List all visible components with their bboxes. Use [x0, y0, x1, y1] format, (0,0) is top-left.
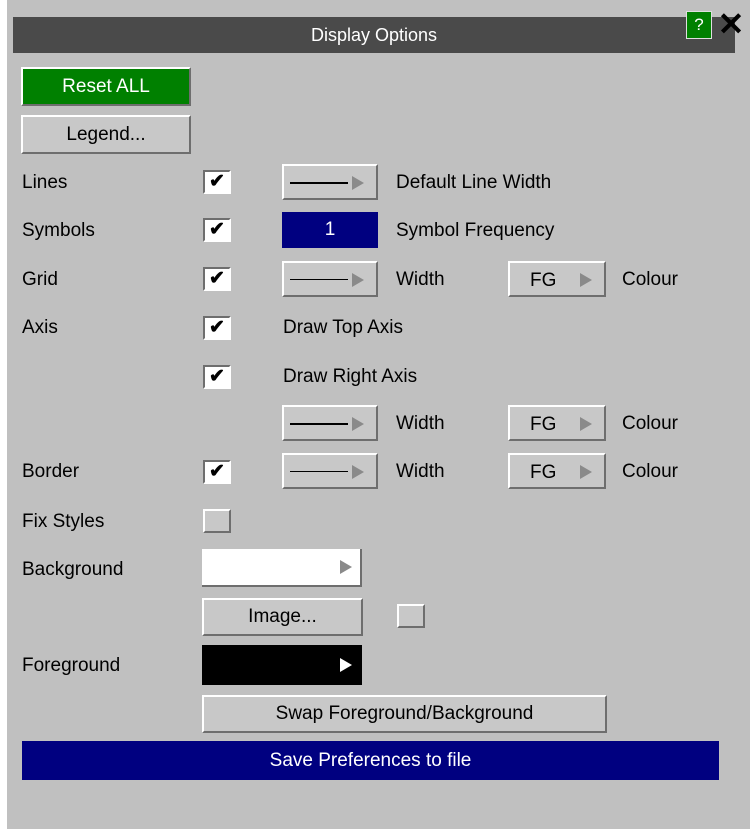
dropdown-arrow-icon [352, 465, 364, 479]
symbol-frequency-input[interactable]: 1 [282, 212, 378, 248]
default-line-width-dropdown[interactable] [282, 164, 378, 200]
legend-button[interactable]: Legend... [21, 115, 191, 154]
grid-checkbox[interactable]: ✔ [203, 267, 231, 291]
line-width-preview [290, 279, 348, 280]
default-line-width-label: Default Line Width [396, 172, 552, 193]
axis-colour-value: FG [530, 414, 557, 435]
axis-label: Axis [22, 317, 58, 338]
window-title: Display Options [13, 17, 735, 53]
symbol-frequency-label: Symbol Frequency [396, 220, 555, 241]
grid-width-label: Width [396, 269, 445, 290]
line-width-preview [290, 471, 348, 472]
line-width-preview [290, 423, 348, 425]
draw-top-axis-label: Draw Top Axis [283, 317, 404, 338]
grid-colour-label: Colour [622, 269, 678, 290]
draw-right-axis-label: Draw Right Axis [283, 366, 418, 387]
draw-right-axis-checkbox[interactable]: ✔ [203, 365, 231, 389]
close-icon[interactable]: ✕ [713, 8, 749, 40]
swap-foreground-background-button[interactable]: Swap Foreground/Background [202, 695, 607, 733]
lines-checkbox[interactable]: ✔ [203, 170, 231, 194]
axis-colour-dropdown[interactable]: FG [508, 405, 606, 441]
border-checkbox[interactable]: ✔ [203, 460, 231, 484]
background-label: Background [22, 559, 124, 580]
dropdown-arrow-icon [352, 176, 364, 190]
axis-colour-label: Colour [622, 413, 678, 434]
fix-styles-label: Fix Styles [22, 511, 105, 532]
border-colour-label: Colour [622, 461, 678, 482]
border-width-dropdown[interactable] [282, 453, 378, 489]
grid-width-dropdown[interactable] [282, 261, 378, 297]
line-width-preview [290, 182, 348, 184]
dropdown-arrow-icon [352, 273, 364, 287]
grid-colour-dropdown[interactable]: FG [508, 261, 606, 297]
grid-label: Grid [22, 269, 58, 290]
dropdown-arrow-icon [340, 560, 352, 574]
image-button[interactable]: Image... [202, 598, 363, 636]
dropdown-arrow-icon [580, 273, 592, 287]
axis-width-dropdown[interactable] [282, 405, 378, 441]
help-button[interactable]: ? [686, 11, 712, 39]
dropdown-arrow-icon [580, 417, 592, 431]
dropdown-arrow-icon [352, 417, 364, 431]
grid-colour-value: FG [530, 270, 557, 291]
symbols-checkbox[interactable]: ✔ [203, 218, 231, 242]
border-label: Border [22, 461, 80, 482]
lines-label: Lines [22, 172, 68, 193]
fix-styles-checkbox[interactable] [203, 509, 231, 533]
axis-width-label: Width [396, 413, 445, 434]
save-preferences-button[interactable]: Save Preferences to file [22, 741, 719, 780]
foreground-label: Foreground [22, 655, 121, 676]
image-checkbox[interactable] [397, 604, 425, 628]
draw-top-axis-checkbox[interactable]: ✔ [203, 316, 231, 340]
dropdown-arrow-icon [340, 658, 352, 672]
background-colour-dropdown[interactable] [202, 549, 362, 587]
foreground-colour-dropdown[interactable] [202, 645, 362, 685]
reset-all-button[interactable]: Reset ALL [21, 67, 191, 106]
symbols-label: Symbols [22, 220, 95, 241]
border-colour-dropdown[interactable]: FG [508, 453, 606, 489]
border-width-label: Width [396, 461, 445, 482]
border-colour-value: FG [530, 462, 557, 483]
dropdown-arrow-icon [580, 465, 592, 479]
